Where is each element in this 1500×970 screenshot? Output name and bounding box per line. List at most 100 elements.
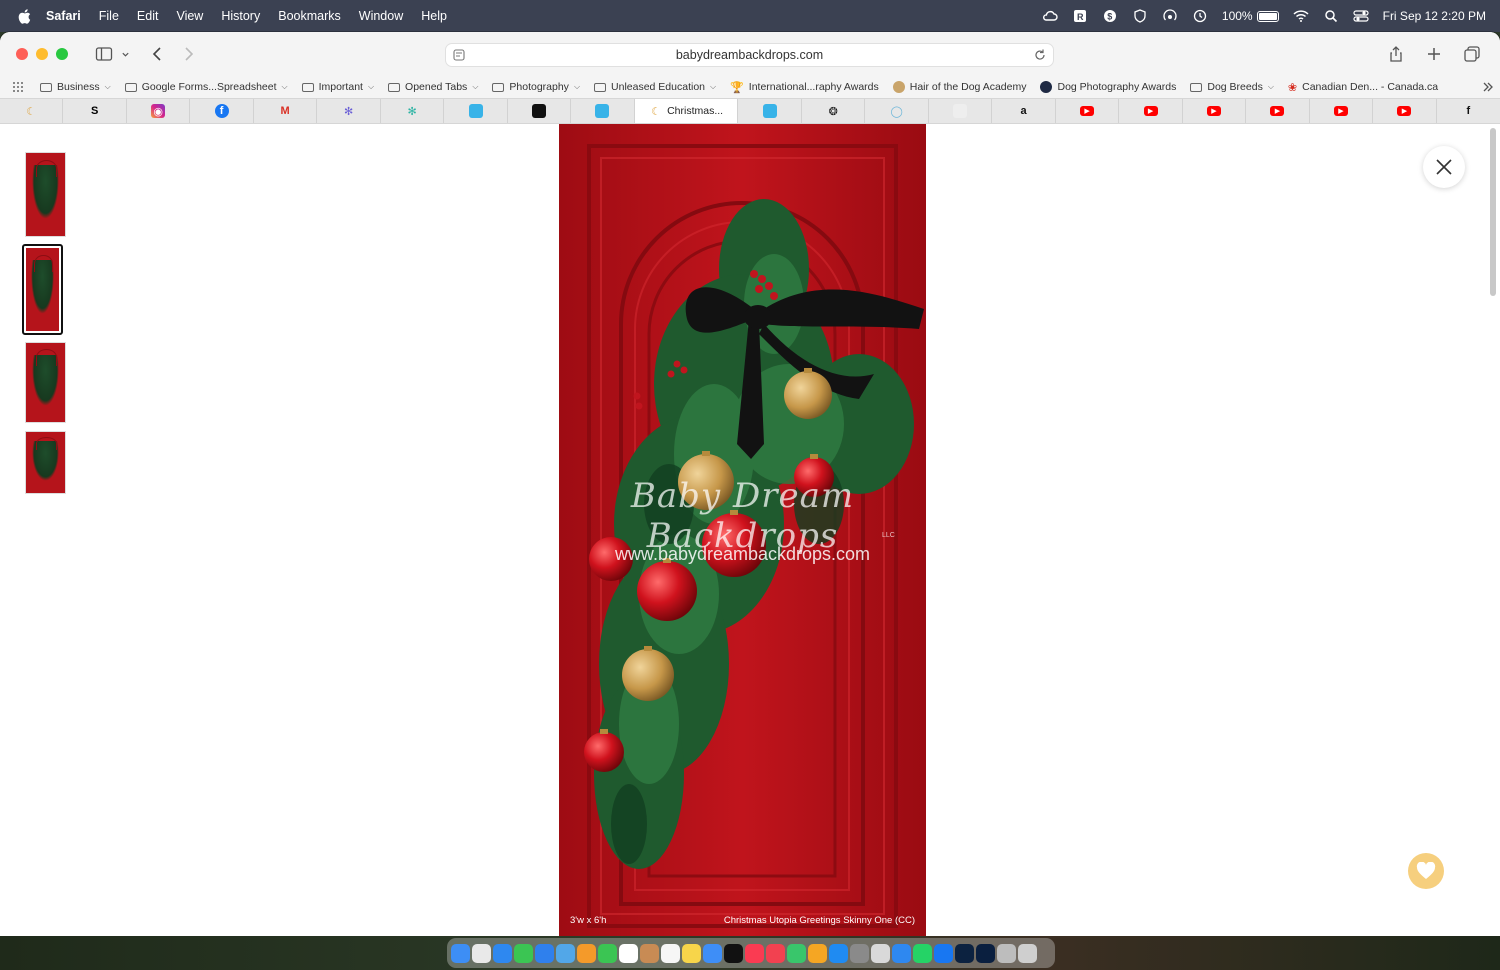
tab-youtube-2[interactable]: ▶ [1119, 99, 1183, 123]
numbers-icon[interactable] [787, 943, 806, 963]
back-button[interactable] [144, 42, 172, 66]
address-bar[interactable]: babydreambackdrops.com [445, 43, 1054, 67]
wifi-icon[interactable] [1293, 9, 1309, 23]
shield-icon[interactable] [1132, 9, 1148, 23]
control-center-icon[interactable] [1353, 9, 1369, 23]
more-bookmarks-icon[interactable] [1482, 81, 1494, 93]
bookmark-folder-photography[interactable]: Photography ⌵ [492, 81, 580, 93]
tab-app-6[interactable] [738, 99, 802, 123]
tab-youtube-5[interactable]: ▶ [1310, 99, 1374, 123]
tv-icon[interactable] [724, 943, 743, 963]
lightroom-icon[interactable] [955, 943, 974, 963]
trash-icon[interactable] [1018, 943, 1037, 963]
bookmark-hair-of-the-dog[interactable]: Hair of the Dog Academy [892, 81, 1026, 93]
tab-app-8[interactable] [929, 99, 993, 123]
bookmark-dog-photo-awards[interactable]: Dog Photography Awards [1040, 81, 1176, 93]
bookmark-folder-opened-tabs[interactable]: Opened Tabs ⌵ [388, 81, 478, 93]
whatsapp-icon[interactable] [913, 943, 932, 963]
grid-icon[interactable] [12, 81, 24, 93]
mail-icon[interactable] [535, 943, 554, 963]
tab-amazon[interactable]: a [992, 99, 1056, 123]
minimize-window-button[interactable] [36, 48, 48, 60]
app-store-icon[interactable] [829, 943, 848, 963]
system-settings-icon[interactable] [850, 943, 869, 963]
apple-icon[interactable] [16, 8, 32, 24]
bookmark-international-awards[interactable]: 🏆 International...raphy Awards [730, 81, 879, 94]
contacts-icon[interactable] [640, 943, 659, 963]
tab-youtube-4[interactable]: ▶ [1246, 99, 1310, 123]
launchpad-icon[interactable] [472, 943, 491, 963]
thumbnail-1[interactable] [25, 152, 66, 237]
bookmark-folder-important[interactable]: Important ⌵ [301, 81, 374, 93]
menu-help[interactable]: Help [421, 9, 447, 23]
maps-icon[interactable] [556, 943, 575, 963]
bookmark-folder-business[interactable]: Business ⌵ [40, 81, 111, 93]
tab-moon[interactable]: ☾ [0, 99, 64, 123]
menu-edit[interactable]: Edit [137, 9, 159, 23]
url-text[interactable]: babydreambackdrops.com [676, 48, 823, 62]
new-tab-icon[interactable] [1420, 42, 1448, 66]
menu-history[interactable]: History [221, 9, 260, 23]
page-scrollbar[interactable] [1490, 128, 1496, 296]
menu-file[interactable]: File [99, 9, 119, 23]
reminders-icon[interactable] [661, 943, 680, 963]
battery-status[interactable]: 100% [1222, 9, 1279, 23]
tab-facebook-2[interactable]: f [1437, 99, 1500, 123]
menu-view[interactable]: View [176, 9, 203, 23]
bookmark-folder-unleased-education[interactable]: Unleased Education ⌵ [594, 81, 716, 93]
pages-icon[interactable] [808, 943, 827, 963]
finder-icon[interactable] [451, 943, 470, 963]
tab-app-4[interactable] [508, 99, 572, 123]
tab-openai[interactable]: ❂ [802, 99, 866, 123]
forward-button[interactable] [174, 42, 202, 66]
menu-app-name[interactable]: Safari [46, 9, 81, 23]
tab-app-7[interactable]: ◯ [865, 99, 929, 123]
preview-icon[interactable] [871, 943, 890, 963]
tab-s[interactable]: S [63, 99, 127, 123]
tab-active-christmas[interactable]: ☾ Christmas... [634, 99, 739, 123]
freeform-icon[interactable] [703, 943, 722, 963]
close-lightbox-button[interactable] [1423, 146, 1465, 188]
bookmark-folder-google-forms[interactable]: Google Forms...Spreadsheet ⌵ [124, 81, 288, 93]
tab-gmail[interactable]: M [254, 99, 318, 123]
menu-bookmarks[interactable]: Bookmarks [278, 9, 341, 23]
photoshop-icon[interactable] [976, 943, 995, 963]
maximize-window-button[interactable] [56, 48, 68, 60]
sidebar-toggle-icon[interactable] [90, 42, 118, 66]
messenger-icon[interactable] [934, 943, 953, 963]
notes-icon[interactable] [682, 943, 701, 963]
thumbnail-4[interactable] [25, 431, 66, 494]
downloads-icon[interactable] [997, 943, 1016, 963]
facetime-icon[interactable] [598, 943, 617, 963]
thumbnail-3[interactable] [25, 342, 66, 423]
photos-icon[interactable] [577, 943, 596, 963]
tab-instagram[interactable]: ◉ [127, 99, 191, 123]
page-settings-icon[interactable] [452, 48, 466, 62]
wishlist-heart-button[interactable] [1408, 853, 1444, 889]
time-machine-icon[interactable] [1192, 9, 1208, 23]
menu-window[interactable]: Window [359, 9, 403, 23]
airdrop-icon[interactable] [1162, 9, 1178, 23]
spotlight-search-icon[interactable] [1323, 9, 1339, 23]
music-icon[interactable] [745, 943, 764, 963]
tab-app-3[interactable] [444, 99, 508, 123]
news-icon[interactable] [766, 943, 785, 963]
dollar-icon[interactable]: $ [1102, 9, 1118, 23]
bookmark-folder-dog-breeds[interactable]: Dog Breeds ⌵ [1190, 81, 1274, 93]
calendar-icon[interactable] [619, 943, 638, 963]
bookmark-canada-ca[interactable]: ❀ Canadian Den... - Canada.ca [1288, 81, 1438, 94]
reload-icon[interactable] [1033, 48, 1047, 62]
share-icon[interactable] [1382, 42, 1410, 66]
chrome-icon[interactable] [514, 943, 533, 963]
tab-youtube-3[interactable]: ▶ [1183, 99, 1247, 123]
zoom-icon[interactable] [892, 943, 911, 963]
close-window-button[interactable] [16, 48, 28, 60]
cloud-icon[interactable] [1042, 9, 1058, 23]
chevron-down-icon[interactable] [118, 42, 132, 66]
tab-app-2[interactable]: ✻ [381, 99, 445, 123]
tab-app-1[interactable]: ✻ [317, 99, 381, 123]
tab-facebook[interactable]: f [190, 99, 254, 123]
tab-overview-icon[interactable] [1458, 42, 1486, 66]
menubar-clock[interactable]: Fri Sep 12 2:20 PM [1383, 9, 1486, 23]
tab-app-5[interactable] [571, 99, 635, 123]
